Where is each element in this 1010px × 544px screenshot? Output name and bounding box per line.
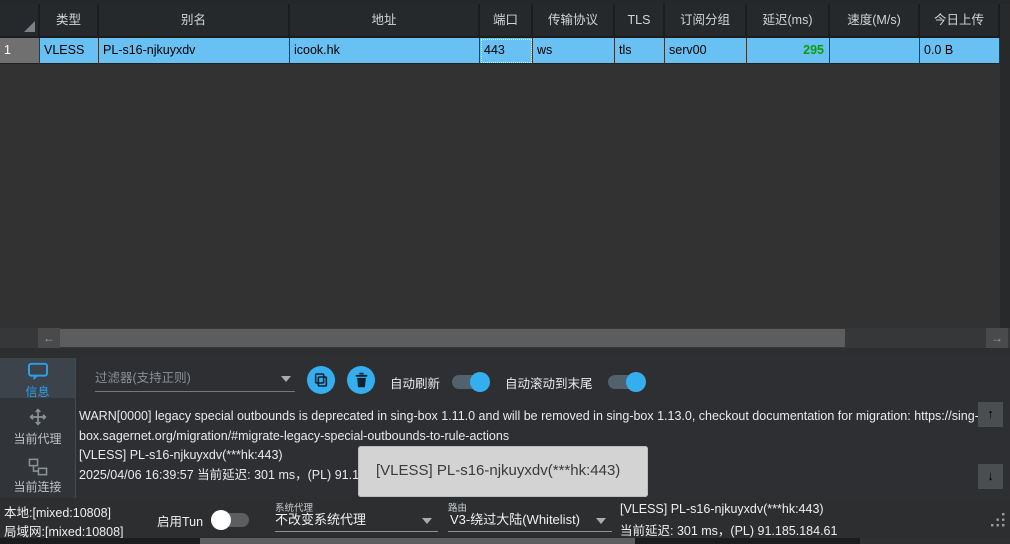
hscroll-thumb[interactable]	[60, 329, 845, 347]
header-port[interactable]: 端口	[480, 4, 533, 38]
auto-refresh-toggle[interactable]	[452, 374, 489, 390]
tab-current-proxy-label: 当前代理	[0, 430, 75, 447]
row-upload-cell[interactable]: 0.0 B	[920, 38, 1000, 64]
row-transport-cell[interactable]: ws	[533, 38, 615, 64]
tab-current-proxy[interactable]: 当前代理	[0, 402, 75, 452]
row-index-cell[interactable]: 1	[0, 38, 40, 64]
header-alias[interactable]: 别名	[99, 4, 290, 38]
route-value: V3-绕过大陆(Whitelist)	[448, 512, 580, 527]
system-proxy-value: 不改变系统代理	[275, 512, 366, 527]
current-node-status: [VLESS] PL-s16-njkuyxdv(***hk:443)	[620, 502, 824, 516]
route-select[interactable]: V3-绕过大陆(Whitelist)	[448, 510, 612, 532]
dock-sidebar: 信息 当前代理 当前连	[0, 358, 75, 498]
proxy-table: 类型 别名 地址 端口 传输协议 TLS 订阅分组 延迟(ms) 速度(M/s)…	[0, 4, 1000, 64]
row-latency-cell[interactable]: 295	[747, 38, 830, 64]
copy-icon	[313, 372, 329, 388]
enable-tun-toggle[interactable]	[212, 512, 249, 528]
table-hscrollbar[interactable]: ← →	[0, 328, 1010, 348]
tab-current-connections-label: 当前连接	[0, 478, 75, 495]
enable-tun-label: 启用Tun	[157, 511, 203, 530]
row-alias-cell[interactable]: PL-s16-njkuyxdv	[99, 38, 290, 64]
header-corner-cell[interactable]	[0, 4, 40, 38]
proxy-arrows-icon	[27, 406, 49, 428]
header-transport[interactable]: 传输协议	[533, 4, 615, 38]
log-line: box.sagernet.org/migration/#migrate-lega…	[79, 427, 991, 447]
hscroll-left-arrow-icon[interactable]: ←	[38, 328, 60, 348]
toggle-knob	[470, 372, 490, 392]
resize-grip-icon	[991, 513, 1005, 527]
current-latency-status: 当前延迟: 301 ms，(PL) 91.185.184.61	[620, 520, 837, 539]
row-port-cell[interactable]: 443	[480, 38, 533, 64]
row-tls-cell[interactable]: tls	[615, 38, 665, 64]
copy-log-button[interactable]	[307, 366, 335, 394]
resize-grip[interactable]	[991, 513, 1005, 532]
auto-refresh-label: 自动刷新	[390, 373, 440, 392]
log-line: WARN[0000] legacy special outbounds is d…	[79, 407, 991, 427]
connections-icon	[28, 458, 48, 476]
sidebar-separator	[75, 358, 76, 498]
tab-current-connections[interactable]: 当前连接	[0, 454, 75, 498]
header-tls[interactable]: TLS	[615, 4, 665, 38]
chat-bubble-icon	[27, 362, 49, 381]
row-speed-cell[interactable]	[830, 38, 920, 64]
header-upload[interactable]: 今日上传	[920, 4, 1000, 38]
row-address-cell[interactable]: icook.hk	[290, 38, 480, 64]
header-latency[interactable]: 延迟(ms)	[747, 4, 830, 38]
log-filter-placeholder: 过滤器(支持正则)	[95, 371, 191, 385]
system-proxy-arrow-icon[interactable]	[422, 518, 432, 524]
app-window: 类型 别名 地址 端口 传输协议 TLS 订阅分组 延迟(ms) 速度(M/s)…	[0, 0, 1010, 544]
header-type[interactable]: 类型	[40, 4, 99, 38]
local-port-status: 本地:[mixed:10808]	[4, 502, 111, 521]
table-vscroll-gutter	[1000, 4, 1010, 328]
log-scroll-down-button[interactable]: ↓	[978, 464, 1003, 489]
node-tooltip: [VLESS] PL-s16-njkuyxdv(***hk:443)	[358, 446, 648, 497]
bottom-edge-segment	[860, 538, 1010, 544]
log-scroll-up-button[interactable]: ↑	[978, 402, 1003, 427]
tab-info[interactable]: 信息	[0, 358, 75, 398]
route-arrow-icon[interactable]	[596, 518, 606, 524]
row-type-cell[interactable]: VLESS	[40, 38, 99, 64]
header-address[interactable]: 地址	[290, 4, 480, 38]
status-bar: 本地:[mixed:10808] 局域网:[mixed:10808] 启用Tun…	[0, 498, 1010, 538]
hscroll-right-arrow-icon[interactable]: →	[986, 328, 1008, 348]
trash-icon	[354, 372, 369, 388]
bottom-edge-strip	[0, 538, 1010, 544]
proxy-table-area: 类型 别名 地址 端口 传输协议 TLS 订阅分组 延迟(ms) 速度(M/s)…	[0, 0, 1010, 348]
bottom-edge-segment	[200, 538, 635, 544]
clear-log-button[interactable]	[347, 366, 375, 394]
toggle-knob	[626, 372, 646, 392]
tab-info-label: 信息	[0, 383, 75, 400]
corner-triangle-icon	[24, 21, 35, 32]
auto-scroll-label: 自动滚动到末尾	[505, 373, 593, 392]
filter-dropdown-arrow-icon[interactable]	[281, 376, 291, 382]
auto-scroll-toggle[interactable]	[608, 374, 645, 390]
toggle-knob	[211, 510, 231, 530]
log-filter-input[interactable]: 过滤器(支持正则)	[95, 366, 295, 392]
header-speed[interactable]: 速度(M/s)	[830, 4, 920, 38]
header-group[interactable]: 订阅分组	[665, 4, 747, 38]
row-group-cell[interactable]: serv00	[665, 38, 747, 64]
system-proxy-select[interactable]: 不改变系统代理	[275, 510, 438, 532]
